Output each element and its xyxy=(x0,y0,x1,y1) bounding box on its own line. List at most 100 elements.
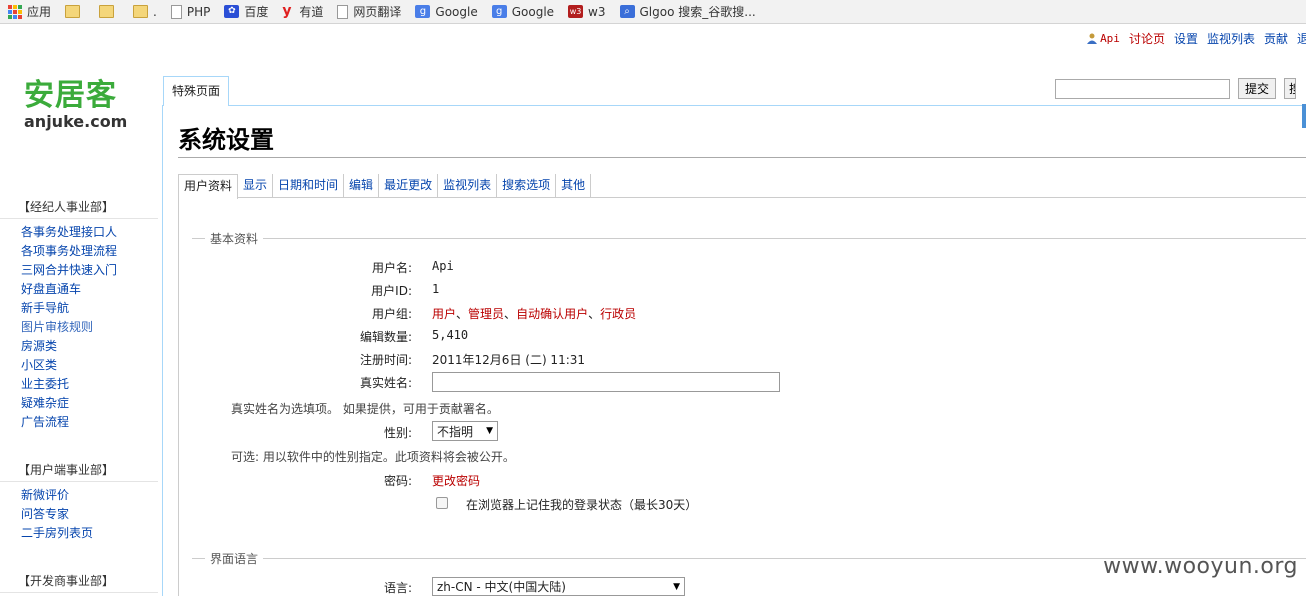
remember-me-checkbox[interactable] xyxy=(436,497,448,509)
sidebar-item-link[interactable]: 业主委托 xyxy=(21,377,69,391)
groups-label: 用户组: xyxy=(371,307,412,321)
bookmark-item[interactable] xyxy=(99,5,119,18)
bookmark-label: 网页翻译 xyxy=(353,5,402,19)
pref-tab[interactable]: 显示 xyxy=(238,174,274,197)
section-basic-legend: 基本资料 xyxy=(205,230,264,247)
sidebar-item: 小区类 xyxy=(21,356,162,375)
user-link[interactable]: Api xyxy=(1087,32,1120,45)
sidebar-portal: 【开发商事业部】 xyxy=(0,569,162,593)
user-icon xyxy=(1087,33,1098,44)
realname-help: 真实姓名为选填项。 如果提供，可用于贡献署名。 xyxy=(231,402,499,416)
search-button[interactable]: 搜 xyxy=(1284,78,1297,99)
group-link[interactable]: 自动确认用户 xyxy=(516,307,588,321)
bookmark-label: PHP xyxy=(186,4,211,19)
sidebar-item: 房源类 xyxy=(21,337,162,356)
gender-select[interactable]: 不指明 ▼ xyxy=(432,421,498,441)
page-icon xyxy=(337,4,349,19)
sidebar-item-link[interactable]: 广告流程 xyxy=(21,415,69,429)
pref-tab[interactable]: 其他 xyxy=(556,174,592,197)
group-link[interactable]: 管理员 xyxy=(468,307,504,321)
sidebar-item-link[interactable]: 疑难杂症 xyxy=(21,396,69,410)
sidebar-item-link[interactable]: 新手导航 xyxy=(21,301,69,315)
group-separator: 、 xyxy=(504,307,517,321)
username-label: 用户名: xyxy=(371,261,412,275)
sidebar-item-link[interactable]: 二手房列表页 xyxy=(21,526,93,540)
site-logo[interactable]: 安居客 anjuke.com xyxy=(24,80,144,131)
bookmark-item[interactable]: ⌕ Glgoo 搜索_谷歌搜... xyxy=(619,3,756,20)
bookmark-item[interactable]: 应用 xyxy=(8,3,51,20)
pref-tab[interactable]: 搜索选项 xyxy=(497,174,557,197)
folder-icon xyxy=(133,5,149,18)
bookmark-label: . xyxy=(153,4,157,19)
change-password-link[interactable]: 更改密码 xyxy=(432,474,480,488)
contributions-link[interactable]: 贡献 xyxy=(1264,30,1288,47)
watchlist-link[interactable]: 监视列表 xyxy=(1207,30,1255,47)
sidebar-item-link[interactable]: 小区类 xyxy=(21,358,57,372)
pref-tab[interactable]: 最近更改 xyxy=(379,174,439,197)
search-input[interactable] xyxy=(1055,78,1230,99)
bookmark-item[interactable]: 网页翻译 xyxy=(337,3,401,20)
bookmark-item[interactable]: PHP xyxy=(170,4,211,19)
youdao-icon: y xyxy=(282,3,292,19)
sidebar-item-link[interactable]: 好盘直通车 xyxy=(21,282,81,296)
sidebar-portal-title: 【开发商事业部】 xyxy=(0,569,158,593)
pref-tab[interactable]: 监视列表 xyxy=(438,174,498,197)
bookmark-item[interactable]: . xyxy=(133,5,157,19)
bookmark-item[interactable]: y 有道 xyxy=(282,3,323,20)
talk-link[interactable]: 讨论页 xyxy=(1129,30,1165,47)
sidebar: 【经纪人事业部】 各事务处理接口人 各项事务处理流程 三网合并快速入门 好盘直通车 新手导… xyxy=(0,195,162,596)
preferences-link[interactable]: 设置 xyxy=(1174,30,1198,47)
baidu-paw-icon: ✿ xyxy=(224,5,240,18)
group-link[interactable]: 用户 xyxy=(432,307,456,321)
logout-link[interactable]: 退 xyxy=(1297,30,1306,47)
sidebar-item-link[interactable]: 各项事务处理流程 xyxy=(21,244,117,258)
sidebar-item: 图片审核规则 xyxy=(21,318,162,337)
sidebar-item-link[interactable]: 问答专家 xyxy=(21,507,69,521)
realname-input[interactable] xyxy=(432,372,780,392)
gender-select-value: 不指明 xyxy=(437,424,474,439)
sidebar-item-link[interactable]: 各事务处理接口人 xyxy=(21,225,117,239)
bookmark-label: Google xyxy=(435,4,478,19)
user-name: Api xyxy=(1100,32,1120,45)
userid-label: 用户ID: xyxy=(371,284,412,298)
sidebar-item: 二手房列表页 xyxy=(21,524,162,543)
sidebar-item-link[interactable]: 图片审核规则 xyxy=(21,320,93,334)
folder-icon xyxy=(99,5,115,18)
tab-special-page[interactable]: 特殊页面 xyxy=(163,76,230,106)
sidebar-item-link[interactable]: 新微评价 xyxy=(21,488,69,502)
bookmark-item[interactable]: ✿ 百度 xyxy=(224,3,268,20)
submit-button[interactable]: 提交 xyxy=(1238,78,1277,99)
apps-grid-icon xyxy=(8,4,22,19)
bookmark-label: 有道 xyxy=(299,5,324,19)
pref-tab[interactable]: 用户资料 xyxy=(178,174,239,199)
bookmarks-bar: 应用. PHP ✿ 百度 y 有道 网页翻译 g Google g Google w3 w3 ⌕ Glgoo… xyxy=(0,0,1306,24)
language-select-value: zh-CN - 中文(中国大陆) xyxy=(437,580,566,594)
username-value: Api xyxy=(432,259,454,273)
bookmark-label: Glgoo 搜索_谷歌搜... xyxy=(639,5,756,19)
sidebar-item: 好盘直通车 xyxy=(21,280,162,299)
logo-cn-text: 安居客 xyxy=(24,78,117,113)
group-link[interactable]: 行政员 xyxy=(600,307,636,321)
watermark: www.wooyun.org xyxy=(1103,554,1298,579)
logo-en-text: anjuke.com xyxy=(24,112,128,131)
google-icon: g xyxy=(491,5,507,18)
language-select[interactable]: zh-CN - 中文(中国大陆) ▼ xyxy=(432,577,685,596)
sidebar-item-link[interactable]: 房源类 xyxy=(21,339,57,353)
groups-value: 用户、管理员、自动确认用户、行政员 xyxy=(432,305,636,322)
sidebar-item-link[interactable]: 三网合并快速入门 xyxy=(21,263,117,277)
edits-value: 5,410 xyxy=(432,328,469,342)
google-icon: g xyxy=(415,5,431,18)
bookmark-label: 百度 xyxy=(244,5,269,19)
bookmark-item[interactable] xyxy=(65,5,85,18)
userid-value: 1 xyxy=(432,282,440,296)
bookmark-item[interactable]: g Google xyxy=(415,4,478,19)
bookmark-item[interactable]: g Google xyxy=(491,5,554,19)
sidebar-item: 问答专家 xyxy=(21,505,162,524)
section-basic-line xyxy=(192,238,1306,239)
dropdown-arrow-icon: ▼ xyxy=(673,581,680,592)
bookmark-item[interactable]: w3 w3 xyxy=(568,5,606,19)
pref-tab[interactable]: 编辑 xyxy=(344,174,380,197)
sidebar-item: 各项事务处理流程 xyxy=(21,242,162,261)
sidebar-item: 各事务处理接口人 xyxy=(21,223,162,242)
pref-tab[interactable]: 日期和时间 xyxy=(273,174,345,197)
